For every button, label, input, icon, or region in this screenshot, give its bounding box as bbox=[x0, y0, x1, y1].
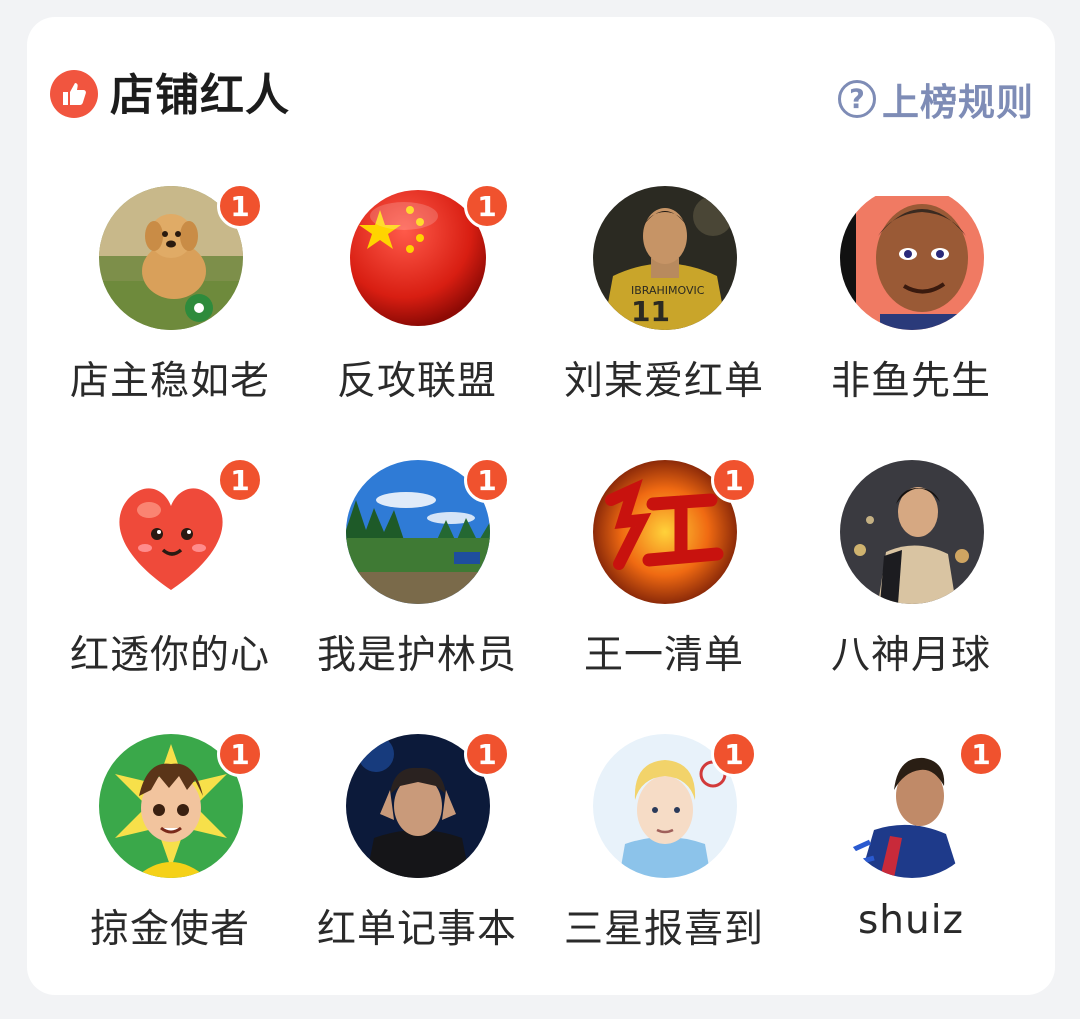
influencer-item[interactable]: IBRAHIMOVIC 11 刘某爱红单 bbox=[541, 186, 787, 436]
influencer-item[interactable]: 1 shuiz bbox=[788, 731, 1034, 984]
influencer-name: 八神月球 bbox=[830, 633, 991, 678]
influencer-item[interactable]: 非鱼先生 bbox=[788, 186, 1034, 436]
thumbs-up-icon bbox=[50, 70, 98, 118]
influencer-name: 店主稳如老 bbox=[69, 359, 270, 404]
ranking-rules-label: 上榜规则 bbox=[882, 81, 1034, 124]
influencer-name: 红透你的心 bbox=[69, 633, 270, 678]
influencer-name: 刘某爱红单 bbox=[563, 359, 764, 404]
influencer-item[interactable]: 1 三星报喜到 bbox=[541, 731, 787, 984]
influencer-item[interactable]: 1 店主稳如老 bbox=[47, 183, 293, 436]
influencer-name: 红单记事本 bbox=[316, 907, 517, 952]
influencer-name: 三星报喜到 bbox=[563, 907, 764, 952]
notification-badge: 1 bbox=[217, 731, 263, 777]
notification-badge: 1 bbox=[711, 731, 757, 777]
notification-badge: 1 bbox=[464, 457, 510, 503]
influencer-item[interactable]: 1 红透你的心 bbox=[47, 457, 293, 710]
section-title: 店铺红人 bbox=[110, 70, 290, 121]
svg-text:11: 11 bbox=[631, 295, 670, 328]
notification-badge: 1 bbox=[958, 731, 1004, 777]
influencer-item[interactable]: 1 红单记事本 bbox=[294, 731, 540, 984]
influencer-item[interactable]: 八神月球 bbox=[788, 460, 1034, 710]
notification-badge: 1 bbox=[217, 183, 263, 229]
avatar bbox=[840, 186, 984, 330]
influencer-name: 掠金使者 bbox=[89, 907, 250, 952]
influencer-name: 反攻联盟 bbox=[336, 359, 497, 404]
influencer-item[interactable]: 1 王一清单 bbox=[541, 457, 787, 710]
influencer-item[interactable]: 1 我是护林员 bbox=[294, 457, 540, 710]
influencer-name: 我是护林员 bbox=[316, 633, 517, 678]
notification-badge: 1 bbox=[464, 183, 510, 229]
notification-badge: 1 bbox=[217, 457, 263, 503]
influencer-name: 王一清单 bbox=[583, 633, 744, 678]
influencer-name: shuiz bbox=[857, 898, 965, 943]
influencer-item[interactable]: 1 掠金使者 bbox=[47, 731, 293, 984]
question-circle-icon: ? bbox=[838, 80, 876, 118]
ranking-rules-link[interactable]: ? 上榜规则 bbox=[838, 74, 1034, 124]
influencer-item[interactable]: 1 反攻联盟 bbox=[294, 183, 540, 436]
influencer-name: 非鱼先生 bbox=[830, 359, 991, 404]
avatar: IBRAHIMOVIC 11 bbox=[593, 186, 737, 330]
avatar bbox=[840, 460, 984, 604]
notification-badge: 1 bbox=[711, 457, 757, 503]
notification-badge: 1 bbox=[464, 731, 510, 777]
